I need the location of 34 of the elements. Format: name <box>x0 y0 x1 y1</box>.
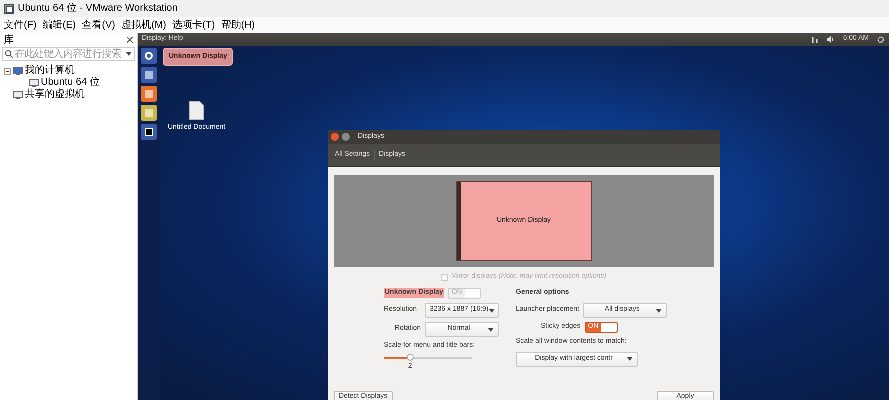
menu-item[interactable]: 选项卡(T) <box>172 18 216 32</box>
menu-item[interactable]: 虚拟机(M) <box>121 18 166 32</box>
terminal-icon[interactable] <box>141 124 157 140</box>
checkbox[interactable] <box>441 274 448 280</box>
menu-item[interactable]: 编辑(E) <box>42 18 76 32</box>
tree-item[interactable]: 共享的虚拟机 <box>25 90 85 100</box>
app-icon <box>4 4 14 14</box>
collapse-icon[interactable] <box>4 68 11 74</box>
close-button[interactable] <box>331 133 339 141</box>
close-icon[interactable] <box>127 37 133 43</box>
tree-item[interactable]: Ubuntu 64 位 <box>41 78 100 88</box>
caret-icon <box>488 308 495 312</box>
menu-item[interactable]: 查看(V) <box>82 18 116 32</box>
caret-icon <box>488 328 494 332</box>
vm-icon <box>29 78 39 88</box>
speaker-icon <box>827 36 836 43</box>
panel-title: 库 <box>4 34 14 48</box>
document-icon[interactable] <box>188 101 205 121</box>
window-title: Ubuntu 64 位 - VMware Workstation <box>18 2 178 16</box>
minimize-button[interactable] <box>342 133 350 141</box>
tree-item[interactable]: 我的计算机 <box>25 66 75 76</box>
dash-icon[interactable] <box>141 48 157 64</box>
search-field[interactable]: 在此处键入内容进行搜索 <box>2 47 135 61</box>
menu-item[interactable]: 帮助(H) <box>221 18 256 32</box>
caret-icon <box>627 357 633 361</box>
menu-item[interactable]: 文件(F) <box>4 18 37 32</box>
vm-icon <box>13 90 23 100</box>
search-icon <box>5 50 14 58</box>
gear-icon[interactable] <box>877 36 885 44</box>
caret-icon <box>126 52 132 56</box>
network-icon <box>812 36 820 43</box>
computer-icon <box>13 66 23 76</box>
slider-thumb[interactable] <box>407 354 414 360</box>
caret-icon <box>656 308 662 312</box>
